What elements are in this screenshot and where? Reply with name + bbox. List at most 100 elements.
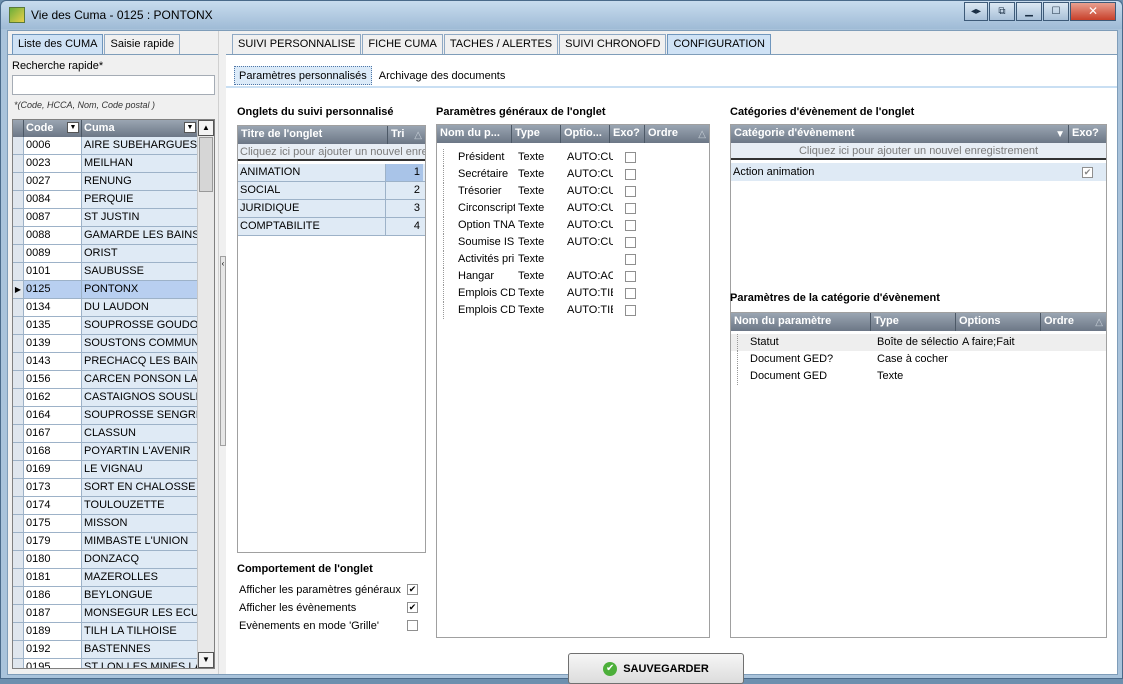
column-header-param-exo[interactable]: Exo? <box>610 125 645 143</box>
cell-cuma-name[interactable]: CASTAIGNOS SOUSLEN <box>82 389 199 406</box>
column-header-onglet-title[interactable]: Titre de l'onglet <box>238 126 388 144</box>
table-row[interactable]: Secrétaire Texte AUTO:CU <box>437 166 709 183</box>
cell-cuma-name[interactable]: GAMARDE LES BAINS <box>82 227 199 244</box>
cell-code[interactable]: 0089 <box>24 245 82 262</box>
cell-param-exo[interactable] <box>613 234 648 251</box>
table-row[interactable]: 0088 GAMARDE LES BAINS <box>13 227 199 245</box>
table-row[interactable]: 0174 TOULOUZETTE <box>13 497 199 515</box>
cell-param-type[interactable]: Texte <box>515 183 564 200</box>
cell-code[interactable]: 0101 <box>24 263 82 280</box>
cell-code[interactable]: 0125 <box>24 281 82 298</box>
exo-checkbox[interactable] <box>625 185 636 197</box>
cell-onglet-title[interactable]: COMPTABILITE <box>238 218 386 235</box>
cell-code[interactable]: 0162 <box>24 389 82 406</box>
cell-cat-param-type[interactable]: Texte <box>874 368 959 385</box>
table-row[interactable]: 0023 MEILHAN <box>13 155 199 173</box>
cell-param-type[interactable]: Texte <box>515 285 564 302</box>
cell-param-exo[interactable] <box>613 268 648 285</box>
column-header-cat-param-type[interactable]: Type <box>871 313 956 331</box>
panel-splitter[interactable]: ‹ <box>218 31 226 674</box>
table-row[interactable]: 0143 PRECHACQ LES BAINS <box>13 353 199 371</box>
cell-param-name[interactable]: Option TNA <box>455 217 515 234</box>
column-header-code[interactable]: Code ▼ <box>24 120 82 137</box>
column-header-cat-param-name[interactable]: Nom du paramètre <box>731 313 871 331</box>
switch-icon[interactable]: ◂▸ <box>964 2 988 21</box>
cell-code[interactable]: 0084 <box>24 191 82 208</box>
cell-code[interactable]: 0174 <box>24 497 82 514</box>
table-row[interactable]: 0164 SOUPROSSE SENGRES <box>13 407 199 425</box>
cell-cuma-name[interactable]: RENUNG <box>82 173 199 190</box>
cell-cat-param-name[interactable]: Document GED? <box>747 351 874 368</box>
cell-cuma-name[interactable]: SORT EN CHALOSSE <box>82 479 199 496</box>
cell-code[interactable]: 0087 <box>24 209 82 226</box>
cell-category-exo[interactable]: ✔ <box>1069 163 1106 181</box>
cell-param-options[interactable]: AUTO:CU <box>564 149 613 166</box>
save-button[interactable]: ✔ SAUVEGARDER <box>568 653 744 684</box>
cell-param-name[interactable]: Secrétaire <box>455 166 515 183</box>
cell-param-type[interactable]: Texte <box>515 166 564 183</box>
tab-suivi-personnalise[interactable]: SUIVI PERSONNALISE <box>232 34 362 54</box>
cell-param-type[interactable]: Texte <box>515 149 564 166</box>
table-row[interactable]: 0187MONSEGUR LES ECURE <box>13 605 199 623</box>
cell-param-exo[interactable] <box>613 166 648 183</box>
cell-cuma-name[interactable]: DU LAUDON <box>82 299 199 316</box>
table-row[interactable]: Document GED? Case à cocher <box>731 351 1106 368</box>
column-header-cat-param-order[interactable]: Ordre △ <box>1041 313 1106 331</box>
cell-code[interactable]: 0006 <box>24 137 82 154</box>
tab-taches-alertes[interactable]: TACHES / ALERTES <box>443 34 559 54</box>
table-row[interactable]: 0192 BASTENNES <box>13 641 199 659</box>
tab-configuration[interactable]: CONFIGURATION <box>667 34 771 54</box>
table-row[interactable]: 0186 BEYLONGUE <box>13 587 199 605</box>
cell-code[interactable]: 0169 <box>24 461 82 478</box>
cell-cuma-name[interactable]: PRECHACQ LES BAINS <box>82 353 199 370</box>
table-row[interactable]: Trésorier Texte AUTO:CU <box>437 183 709 200</box>
cell-code[interactable]: 0027 <box>24 173 82 190</box>
cell-code[interactable]: 0181 <box>24 569 82 586</box>
cell-code[interactable]: 0173 <box>24 479 82 496</box>
table-row[interactable]: 0139 SOUSTONS COMMUNA <box>13 335 199 353</box>
cell-param-type[interactable]: Texte <box>515 200 564 217</box>
cell-cat-param-name[interactable]: Statut <box>747 334 874 351</box>
close-button[interactable]: ✕ <box>1070 2 1116 21</box>
exo-checkbox[interactable] <box>625 202 636 214</box>
cell-param-type[interactable]: Texte <box>515 234 564 251</box>
cell-code[interactable]: 0168 <box>24 443 82 460</box>
table-row[interactable]: 0156 CARCEN PONSON LA M <box>13 371 199 389</box>
table-row[interactable]: Statut Boîte de sélection A faire;Fait <box>731 334 1106 351</box>
table-row[interactable]: 0179 MIMBASTE L'UNION <box>13 533 199 551</box>
exo-checkbox[interactable]: ✔ <box>1082 166 1093 178</box>
table-row[interactable]: 0180 DONZACQ <box>13 551 199 569</box>
maximize-button[interactable]: ☐ <box>1043 2 1069 21</box>
cell-cat-param-type[interactable]: Boîte de sélection <box>874 334 959 351</box>
cell-cuma-name[interactable]: AIRE SUBEHARGUES <box>82 137 199 154</box>
cell-code[interactable]: 0134 <box>24 299 82 316</box>
cell-cuma-name[interactable]: CLASSUN <box>82 425 199 442</box>
table-row[interactable]: 0175 MISSON <box>13 515 199 533</box>
cell-param-exo[interactable] <box>613 285 648 302</box>
behaviour-checkbox[interactable]: ✔ <box>407 602 418 613</box>
cell-param-name[interactable]: Activités prir <box>455 251 515 268</box>
cell-cuma-name[interactable]: MISSON <box>82 515 199 532</box>
cell-code[interactable]: 0156 <box>24 371 82 388</box>
add-onglet-row[interactable]: Cliquez ici pour ajouter un nouvel enreg… <box>238 144 425 161</box>
cell-cuma-name[interactable]: LE VIGNAU <box>82 461 199 478</box>
cell-param-type[interactable]: Texte <box>515 217 564 234</box>
table-row[interactable]: 0195 ST LON LES MINES LA L <box>13 659 199 668</box>
cell-code[interactable]: 0195 <box>24 659 82 668</box>
cell-param-options[interactable]: AUTO:TIE <box>564 302 613 319</box>
cell-cat-param-options[interactable] <box>959 368 1059 385</box>
cell-param-options[interactable]: AUTO:CU <box>564 217 613 234</box>
cell-cuma-name[interactable]: SOUPROSSE GOUDOSS <box>82 317 199 334</box>
cell-code[interactable]: 0139 <box>24 335 82 352</box>
add-category-row[interactable]: Cliquez ici pour ajouter un nouvel enreg… <box>731 143 1106 160</box>
cell-cuma-name[interactable]: MIMBASTE L'UNION <box>82 533 199 550</box>
column-header-param-name[interactable]: Nom du p... <box>437 125 512 143</box>
table-row[interactable]: JURIDIQUE 3 <box>238 200 425 218</box>
cell-cat-param-name[interactable]: Document GED <box>747 368 874 385</box>
quick-search-input[interactable] <box>12 75 215 95</box>
cell-param-exo[interactable] <box>613 217 648 234</box>
cell-onglet-title[interactable]: SOCIAL <box>238 182 386 199</box>
scroll-up-icon[interactable]: ▲ <box>198 120 214 136</box>
cell-param-options[interactable]: AUTO:AC <box>564 268 613 285</box>
table-row[interactable]: Emplois CDDTexteAUTO:TIE <box>437 302 709 319</box>
